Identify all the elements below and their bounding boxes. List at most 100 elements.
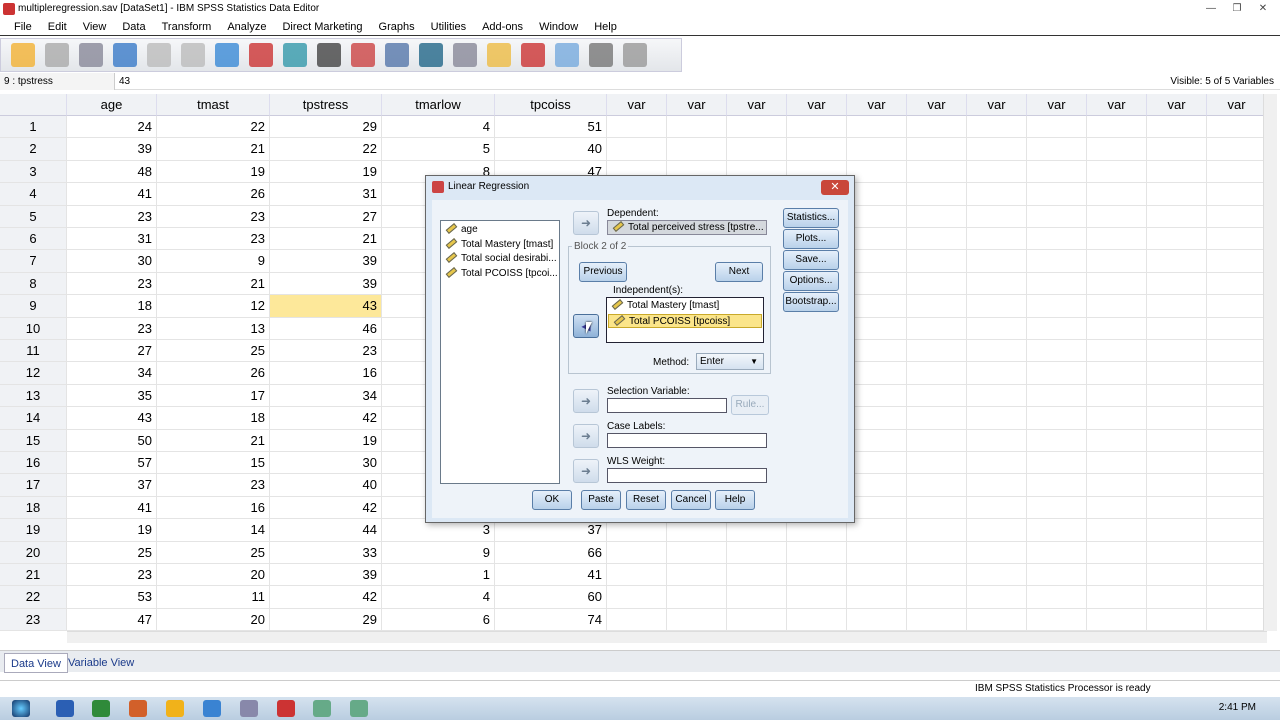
- table-cell[interactable]: [847, 564, 907, 587]
- recall-dialog-icon[interactable]: [113, 43, 137, 67]
- table-cell[interactable]: [1087, 564, 1147, 587]
- table-cell[interactable]: [667, 138, 727, 161]
- table-cell[interactable]: 12: [157, 295, 270, 318]
- table-cell[interactable]: [1027, 183, 1087, 206]
- menu-direct-marketing[interactable]: Direct Marketing: [274, 18, 370, 35]
- table-cell[interactable]: [1207, 474, 1267, 497]
- table-cell[interactable]: [1207, 138, 1267, 161]
- split-file-icon[interactable]: [419, 43, 443, 67]
- row-header[interactable]: 20: [0, 541, 67, 564]
- table-cell[interactable]: [1147, 407, 1207, 430]
- excel-taskbar-icon[interactable]: [92, 700, 110, 717]
- table-cell[interactable]: [1207, 608, 1267, 631]
- table-cell[interactable]: [607, 541, 667, 564]
- table-cell[interactable]: [787, 138, 847, 161]
- table-cell[interactable]: [847, 496, 907, 520]
- table-cell[interactable]: [1027, 160, 1087, 184]
- table-cell[interactable]: 42: [270, 496, 382, 520]
- table-cell[interactable]: [907, 205, 967, 228]
- table-cell[interactable]: 51: [495, 116, 607, 139]
- table-cell[interactable]: 21: [270, 228, 382, 251]
- table-cell[interactable]: [727, 116, 787, 139]
- table-cell[interactable]: [847, 116, 907, 139]
- show-all-variables-icon[interactable]: [589, 43, 613, 67]
- table-cell[interactable]: [907, 496, 967, 520]
- bootstrap-button[interactable]: Bootstrap...: [783, 292, 839, 312]
- use-sets-icon[interactable]: [555, 43, 579, 67]
- table-cell[interactable]: [1027, 228, 1087, 251]
- table-cell[interactable]: [907, 362, 967, 385]
- row-header[interactable]: 7: [0, 250, 67, 273]
- column-header-var[interactable]: var: [847, 94, 907, 116]
- table-cell[interactable]: 25: [157, 541, 270, 564]
- table-cell[interactable]: [1087, 272, 1147, 296]
- source-variable-item[interactable]: Total social desirabi...: [441, 252, 559, 267]
- table-cell[interactable]: [907, 317, 967, 340]
- table-cell[interactable]: [787, 586, 847, 609]
- table-cell[interactable]: [1147, 250, 1207, 273]
- table-cell[interactable]: [847, 317, 907, 340]
- table-cell[interactable]: 13: [157, 317, 270, 340]
- table-cell[interactable]: 17: [157, 384, 270, 408]
- table-cell[interactable]: [967, 586, 1027, 609]
- table-cell[interactable]: 19: [270, 160, 382, 184]
- column-header-var[interactable]: var: [727, 94, 787, 116]
- table-cell[interactable]: [1207, 272, 1267, 296]
- table-cell[interactable]: [727, 608, 787, 631]
- table-cell[interactable]: 31: [67, 228, 157, 251]
- table-cell[interactable]: [967, 384, 1027, 408]
- table-cell[interactable]: [907, 429, 967, 452]
- table-cell[interactable]: [1027, 608, 1087, 631]
- table-cell[interactable]: [607, 586, 667, 609]
- table-cell[interactable]: [607, 564, 667, 587]
- table-cell[interactable]: [787, 116, 847, 139]
- table-cell[interactable]: [667, 608, 727, 631]
- table-cell[interactable]: 21: [157, 138, 270, 161]
- tab-data-view[interactable]: Data View: [4, 653, 68, 673]
- table-cell[interactable]: [607, 608, 667, 631]
- table-cell[interactable]: [967, 183, 1027, 206]
- menu-edit[interactable]: Edit: [40, 18, 75, 35]
- table-cell[interactable]: [1087, 362, 1147, 385]
- table-cell[interactable]: 19: [157, 160, 270, 184]
- table-cell[interactable]: [967, 608, 1027, 631]
- table-cell[interactable]: 33: [270, 541, 382, 564]
- table-cell[interactable]: 39: [67, 138, 157, 161]
- table-cell[interactable]: 29: [270, 608, 382, 631]
- mail-taskbar-icon[interactable]: [277, 700, 295, 717]
- table-cell[interactable]: [1087, 429, 1147, 452]
- table-cell[interactable]: [967, 272, 1027, 296]
- table-cell[interactable]: [967, 340, 1027, 363]
- table-cell[interactable]: [847, 183, 907, 206]
- table-cell[interactable]: 23: [67, 317, 157, 340]
- table-cell[interactable]: [907, 295, 967, 318]
- table-cell[interactable]: 39: [270, 272, 382, 296]
- table-cell[interactable]: [1027, 340, 1087, 363]
- table-cell[interactable]: [1087, 340, 1147, 363]
- browser-taskbar-icon[interactable]: [203, 700, 221, 717]
- table-cell[interactable]: [1027, 362, 1087, 385]
- table-cell[interactable]: [1087, 116, 1147, 139]
- table-cell[interactable]: [1087, 407, 1147, 430]
- table-cell[interactable]: 41: [67, 496, 157, 520]
- table-cell[interactable]: [1207, 340, 1267, 363]
- table-cell[interactable]: 15: [157, 452, 270, 475]
- vertical-scrollbar[interactable]: [1263, 94, 1277, 631]
- table-cell[interactable]: 23: [67, 205, 157, 228]
- spss-taskbar-icon[interactable]: [313, 700, 331, 717]
- dependent-field[interactable]: Total perceived stress [tpstre...: [607, 220, 767, 235]
- table-cell[interactable]: [967, 160, 1027, 184]
- row-header[interactable]: 4: [0, 183, 67, 206]
- table-cell[interactable]: [907, 340, 967, 363]
- column-header-var[interactable]: var: [667, 94, 727, 116]
- table-cell[interactable]: 44: [270, 519, 382, 542]
- table-cell[interactable]: [967, 429, 1027, 452]
- table-cell[interactable]: [1147, 519, 1207, 542]
- table-cell[interactable]: [847, 429, 907, 452]
- table-cell[interactable]: [847, 228, 907, 251]
- table-cell[interactable]: [907, 160, 967, 184]
- table-cell[interactable]: [1027, 407, 1087, 430]
- table-cell[interactable]: 25: [67, 541, 157, 564]
- table-cell[interactable]: [907, 452, 967, 475]
- table-cell[interactable]: 42: [270, 407, 382, 430]
